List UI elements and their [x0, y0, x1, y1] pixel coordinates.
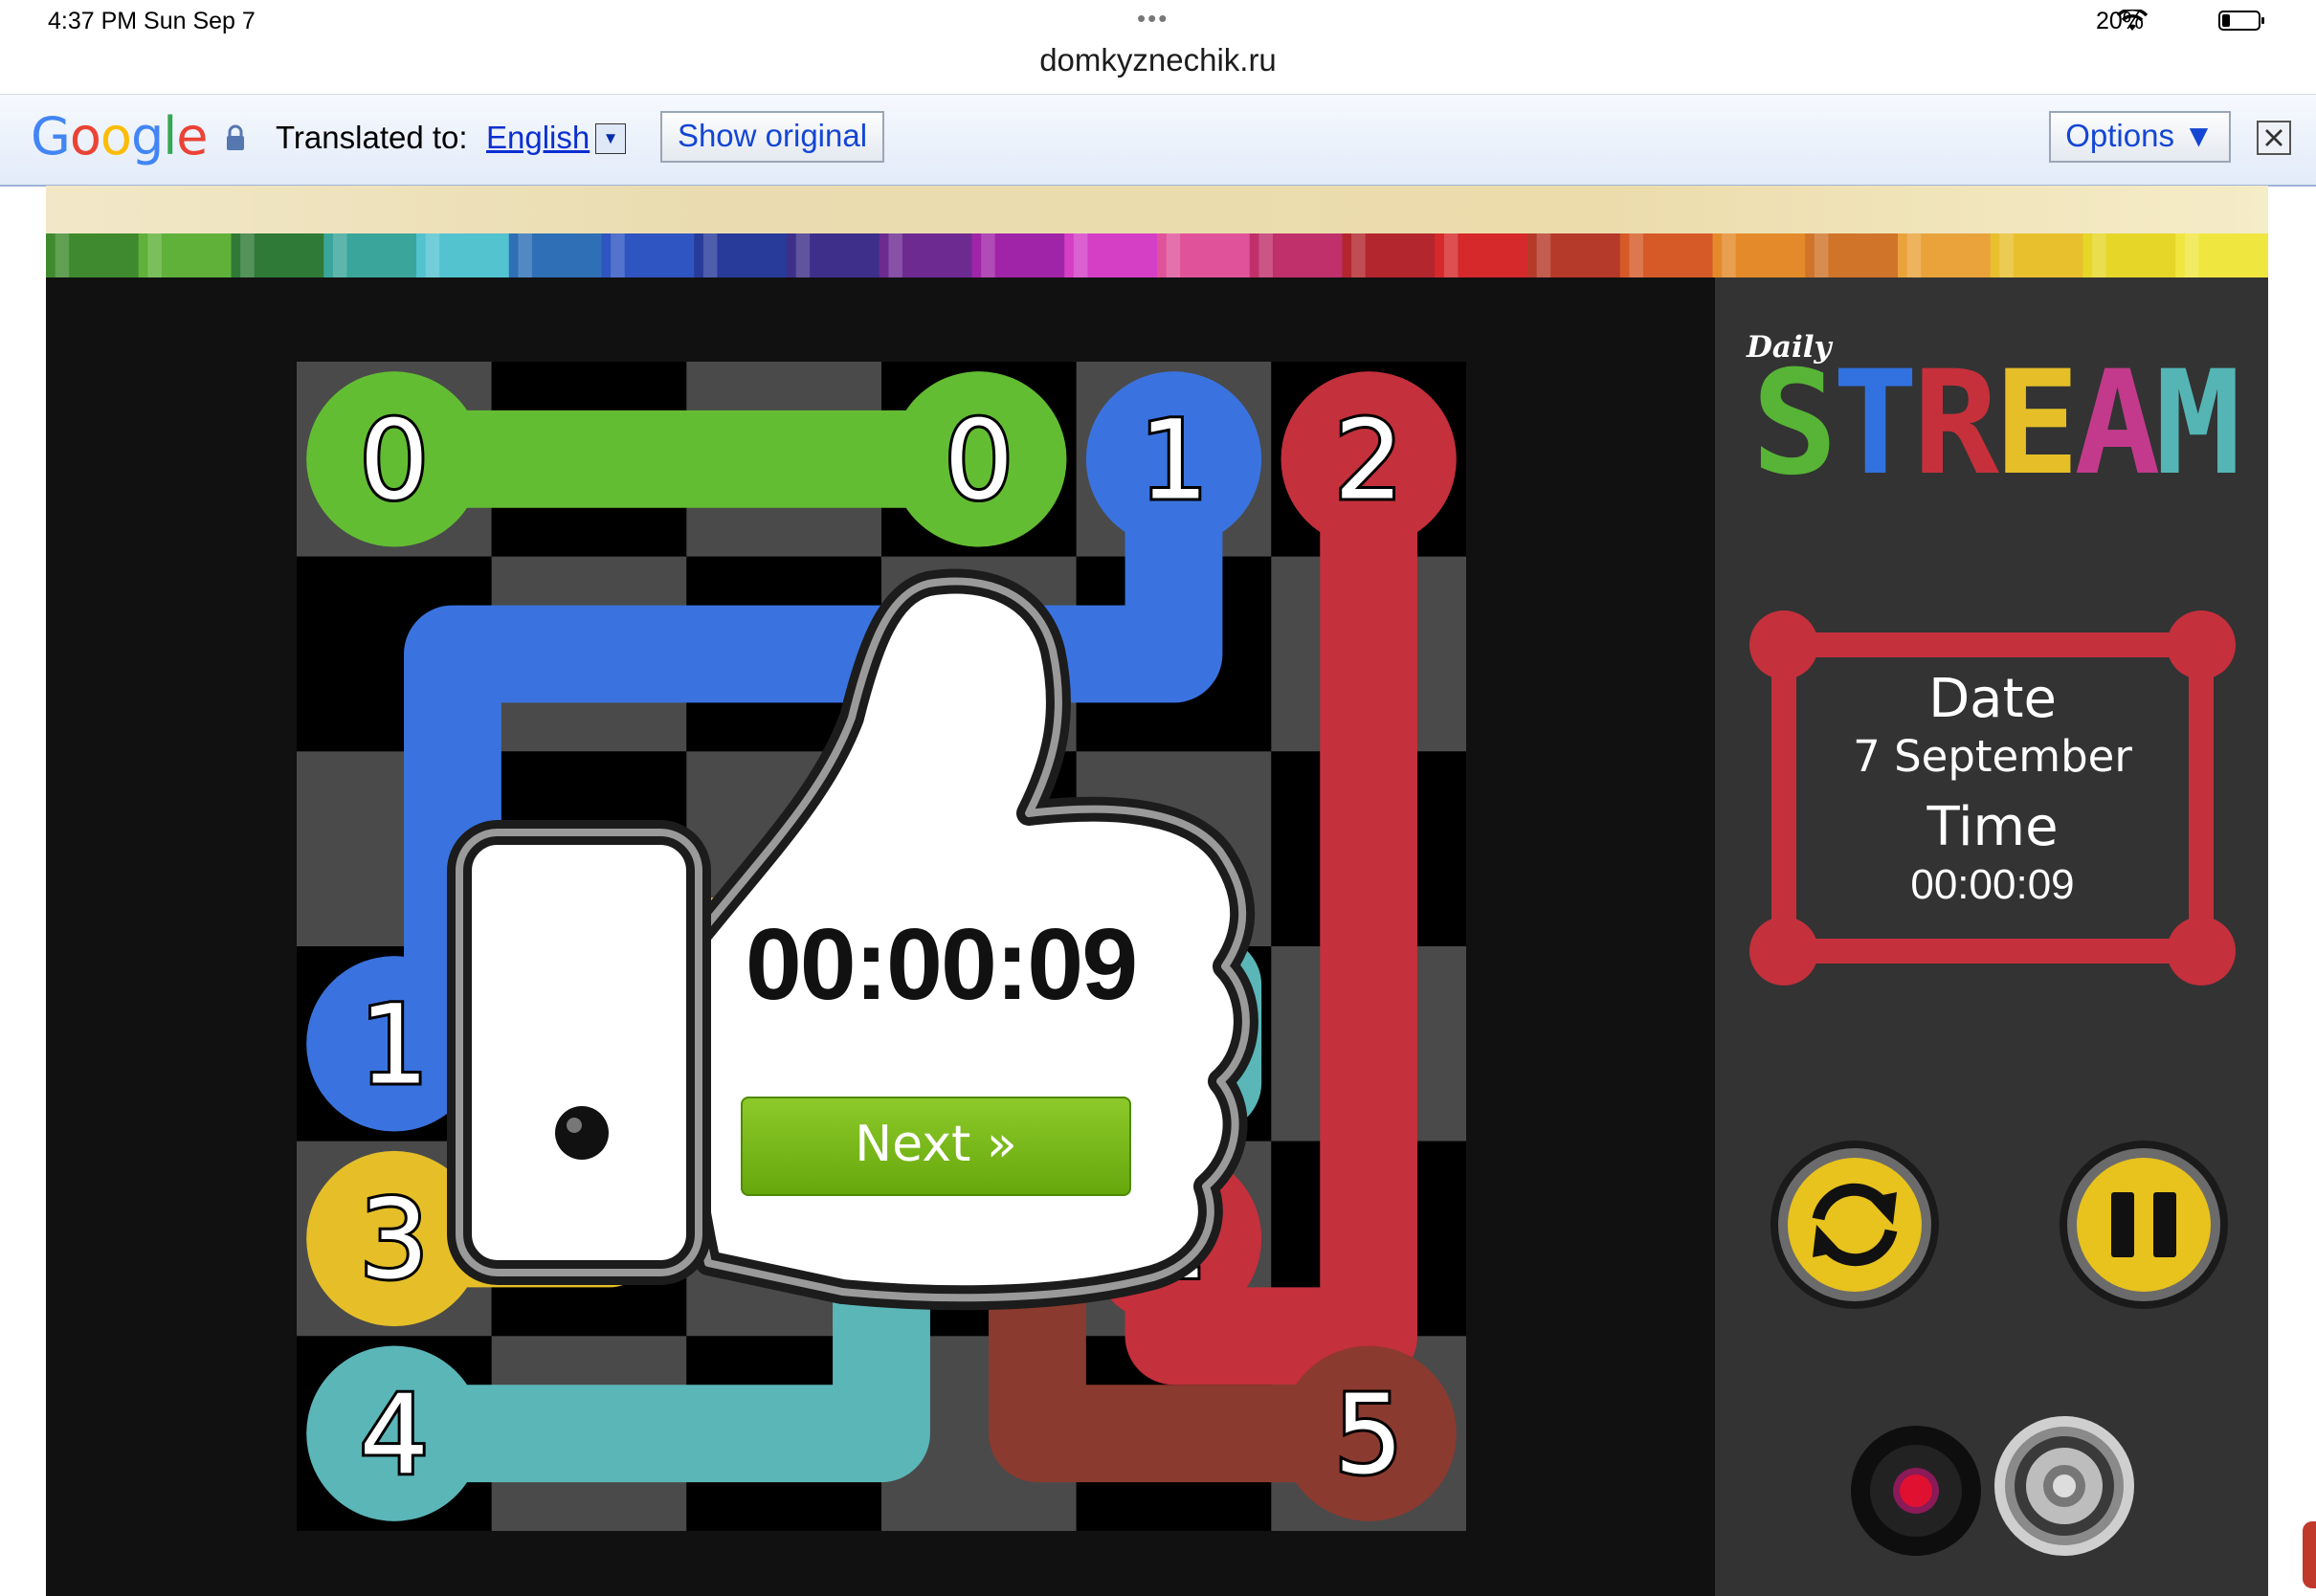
- speaker-icon[interactable]: [1993, 1414, 2136, 1558]
- endpoint-number: 1: [360, 982, 430, 1109]
- site-header-strip: [46, 186, 2268, 233]
- logo-stream-text: STREAM: [1751, 366, 2237, 490]
- endpoint-number: 5: [1334, 1371, 1404, 1498]
- options-button[interactable]: Options ▼: [2049, 111, 2231, 163]
- multitask-dots-icon[interactable]: •••: [1137, 4, 1169, 33]
- logo-stream: STREAM: [1751, 366, 2242, 490]
- record-icon[interactable]: [1849, 1424, 1983, 1558]
- language-link[interactable]: English: [486, 120, 590, 156]
- status-time: 4:37 PM Sun Sep 7: [48, 8, 256, 34]
- endpoint-number: 1: [1139, 397, 1209, 524]
- battery-percent: 20%: [2096, 8, 2145, 34]
- endpoint-number: 0: [945, 397, 1014, 524]
- address-bar-url[interactable]: domkyznechik.ru: [0, 42, 2316, 78]
- logo-daily: Daily: [1747, 330, 1832, 365]
- next-button[interactable]: Next »: [741, 1097, 1131, 1196]
- show-original-button[interactable]: Show original: [660, 111, 884, 163]
- date-value: 7 September: [1853, 731, 2132, 782]
- google-logo: Google: [31, 106, 208, 166]
- pause-button[interactable]: [2058, 1139, 2230, 1311]
- color-pencils-banner: [46, 233, 2268, 277]
- endpoint-number: 0: [360, 397, 430, 524]
- endpoint-number: 2: [1334, 397, 1404, 524]
- popup-time: 00:00:09: [745, 908, 1138, 1021]
- time-label: Time: [1926, 796, 2059, 858]
- battery-icon: [2218, 11, 2264, 31]
- endpoint-number: 4: [360, 1371, 430, 1498]
- endpoint-number: 3: [360, 1176, 430, 1303]
- status-bar: 4:37 PM Sun Sep 7 ••• 20%: [0, 0, 2316, 46]
- date-label: Date: [1928, 668, 2057, 730]
- translated-to-label: Translated to:: [276, 120, 468, 155]
- lock-icon: [227, 124, 244, 150]
- home-indicator[interactable]: [856, 1571, 1460, 1581]
- translate-bar: Google Translated to: English ▼ Show ori…: [0, 95, 2316, 187]
- language-dropdown-icon[interactable]: ▼: [595, 123, 626, 154]
- close-translate-icon[interactable]: [2257, 121, 2291, 155]
- time-value: 00:00:09: [1910, 861, 2075, 908]
- restart-button[interactable]: [1769, 1139, 1941, 1311]
- side-tab[interactable]: [2303, 1521, 2316, 1588]
